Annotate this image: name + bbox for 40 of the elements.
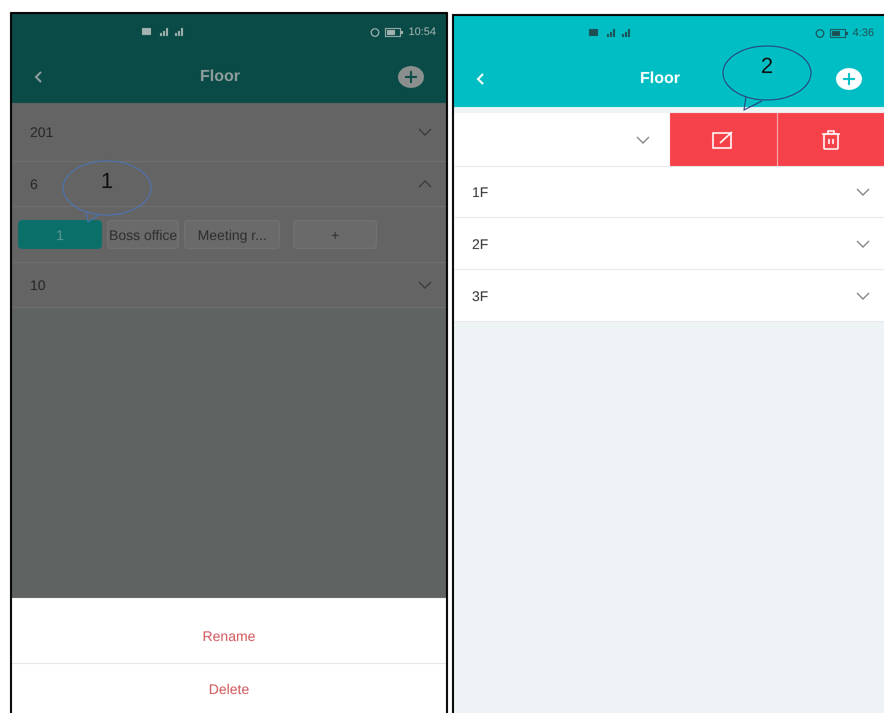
delete-button[interactable]	[776, 113, 884, 166]
chevron-down-icon[interactable]	[418, 281, 432, 289]
floor-name: 201	[30, 124, 54, 140]
chevron-down-icon[interactable]	[418, 128, 432, 136]
add-room-button[interactable]: +	[293, 220, 378, 249]
list-row[interactable]: 2F	[454, 218, 884, 270]
list-row[interactable]: 201	[12, 103, 446, 162]
chevron-down-icon[interactable]	[636, 136, 650, 144]
floor-name: 3F	[472, 288, 488, 304]
room-chip[interactable]: Boss office	[107, 220, 180, 249]
chevron-down-icon[interactable]	[856, 240, 870, 248]
chevron-down-icon[interactable]	[856, 292, 870, 300]
floor-name: 6	[30, 176, 38, 192]
edit-icon	[712, 130, 734, 148]
alarm-icon	[814, 28, 825, 38]
add-icon[interactable]	[836, 68, 862, 90]
chevron-up-icon[interactable]	[418, 180, 432, 188]
back-icon[interactable]	[34, 70, 42, 82]
battery-icon	[830, 28, 848, 38]
page-title: Floor	[199, 68, 241, 86]
list-row[interactable]: 10	[12, 263, 446, 308]
chevron-down-icon[interactable]	[856, 188, 870, 196]
add-icon[interactable]	[398, 66, 424, 88]
room-chip[interactable]: Meeting r...	[184, 220, 280, 249]
trash-icon	[820, 130, 841, 150]
callout-number: 2	[760, 53, 774, 79]
alarm-icon	[370, 27, 380, 37]
page-title: Floor	[639, 70, 681, 88]
status-time: 10:54	[408, 26, 436, 38]
room-chip[interactable]: 1	[18, 220, 102, 249]
floor-name: 2F	[472, 236, 488, 252]
list-row[interactable]: 1F	[454, 167, 884, 218]
callout-number: 1	[100, 168, 114, 194]
edit-button[interactable]	[670, 113, 776, 166]
floor-name: 1F	[472, 184, 488, 200]
status-time: 4:36	[852, 27, 874, 39]
floor-name: 10	[30, 277, 46, 293]
list-row[interactable]: 3F	[454, 270, 884, 322]
list-row[interactable]	[454, 113, 884, 167]
battery-icon	[385, 28, 404, 36]
